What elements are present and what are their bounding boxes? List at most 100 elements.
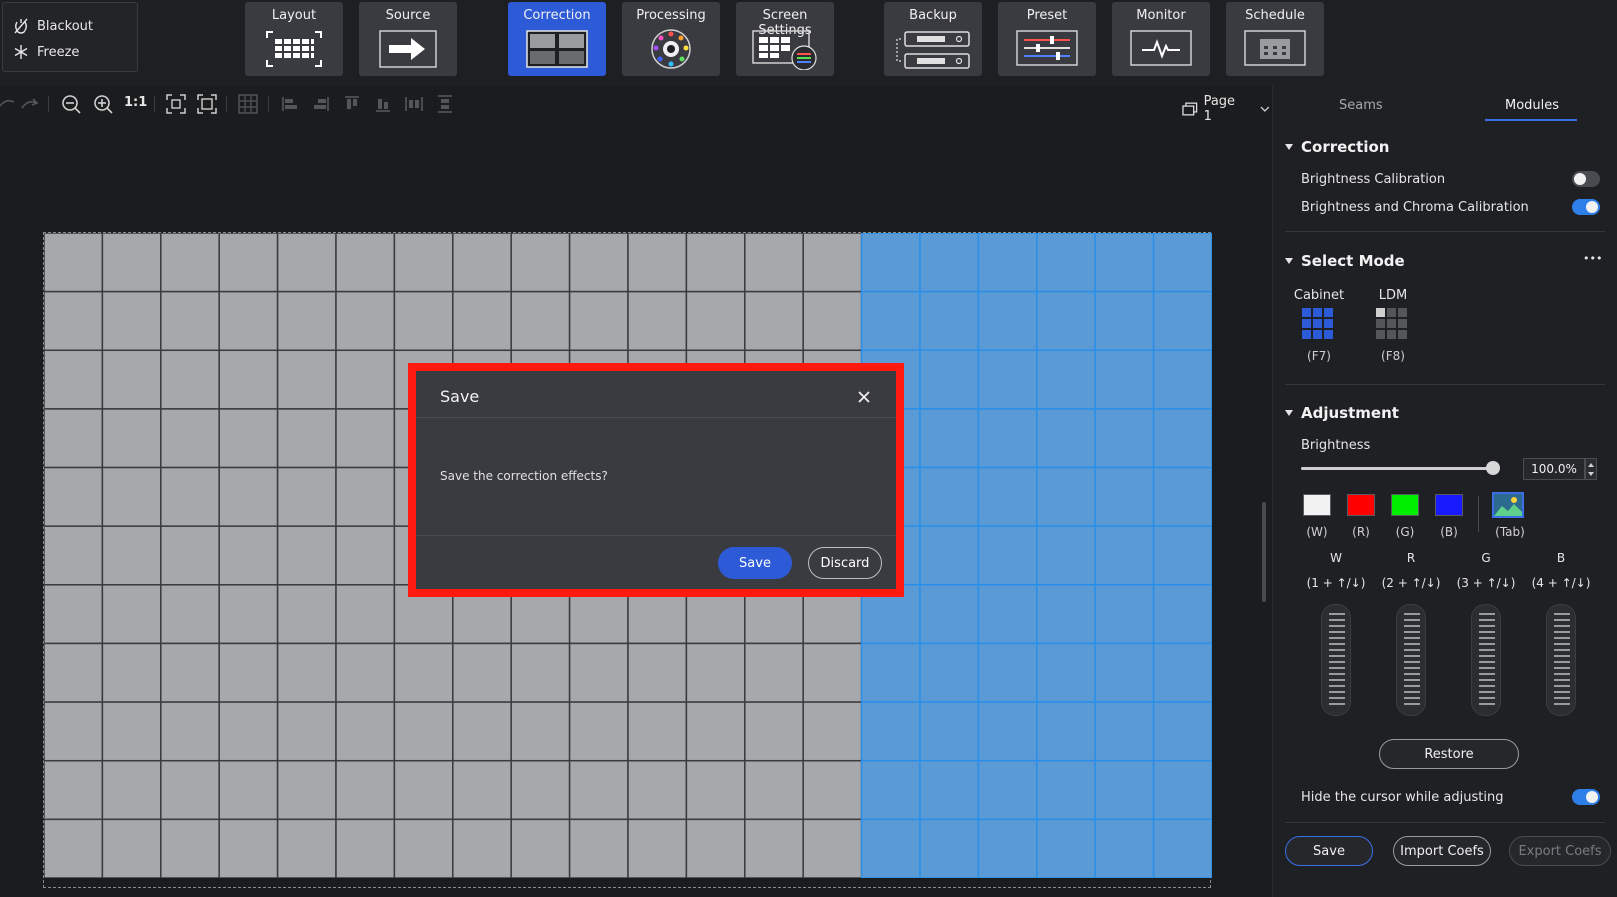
cabinet-cell[interactable] bbox=[44, 818, 104, 878]
brightness-slider-handle[interactable] bbox=[1486, 461, 1500, 475]
cabinet-cell[interactable] bbox=[218, 408, 279, 469]
cabinet-cell[interactable] bbox=[627, 701, 688, 762]
selected-cabinet-cell[interactable] bbox=[977, 233, 1038, 293]
zoom-out-icon[interactable] bbox=[61, 94, 81, 114]
cabinet-cell[interactable] bbox=[218, 290, 279, 352]
freeze-button[interactable]: Freeze bbox=[13, 44, 79, 60]
cabinet-cell[interactable] bbox=[101, 584, 162, 645]
selected-cabinet-cell[interactable] bbox=[1152, 290, 1212, 352]
fit-selection-icon[interactable] bbox=[166, 94, 186, 114]
selected-cabinet-cell[interactable] bbox=[1094, 349, 1155, 410]
selected-cabinet-cell[interactable] bbox=[860, 701, 921, 762]
selected-cabinet-cell[interactable] bbox=[919, 642, 980, 703]
brightness-slider-track[interactable] bbox=[1301, 467, 1493, 470]
channel-w-wheel[interactable] bbox=[1321, 604, 1351, 716]
selected-cabinet-cell[interactable] bbox=[1152, 466, 1212, 527]
selected-cabinet-cell[interactable] bbox=[1036, 290, 1096, 352]
selected-cabinet-cell[interactable] bbox=[860, 290, 921, 352]
nav-schedule[interactable]: Schedule bbox=[1226, 2, 1324, 76]
nav-processing[interactable]: Processing bbox=[622, 2, 720, 76]
cabinet-cell[interactable] bbox=[101, 466, 162, 527]
dialog-save-button[interactable]: Save bbox=[718, 547, 792, 579]
selected-cabinet-cell[interactable] bbox=[1094, 818, 1155, 878]
selected-cabinet-cell[interactable] bbox=[1152, 642, 1212, 703]
hide-cursor-toggle[interactable] bbox=[1572, 789, 1600, 805]
dialog-discard-button[interactable]: Discard bbox=[808, 547, 882, 579]
blackout-button[interactable]: Blackout bbox=[13, 17, 93, 35]
distribute-horizontal-icon[interactable] bbox=[404, 94, 424, 114]
cabinet-mode-icon[interactable] bbox=[1302, 308, 1334, 340]
cabinet-cell[interactable] bbox=[568, 701, 629, 762]
stepper-down-icon[interactable] bbox=[1588, 472, 1594, 476]
selected-cabinet-cell[interactable] bbox=[919, 466, 980, 527]
selected-cabinet-cell[interactable] bbox=[919, 701, 980, 762]
cabinet-cell[interactable] bbox=[44, 466, 104, 527]
cabinet-cell[interactable] bbox=[685, 290, 746, 352]
cabinet-cell[interactable] bbox=[218, 642, 279, 703]
undo-icon[interactable] bbox=[0, 94, 20, 114]
cabinet-cell[interactable] bbox=[744, 701, 804, 762]
cabinet-cell[interactable] bbox=[160, 642, 220, 703]
distribute-vertical-icon[interactable] bbox=[435, 94, 455, 114]
ldm-mode-icon[interactable] bbox=[1376, 308, 1408, 340]
cabinet-cell[interactable] bbox=[44, 701, 104, 762]
channel-b-wheel[interactable] bbox=[1546, 604, 1576, 716]
cabinet-cell[interactable] bbox=[627, 818, 688, 878]
nav-source[interactable]: Source bbox=[359, 2, 457, 76]
selected-cabinet-cell[interactable] bbox=[1152, 701, 1212, 762]
selected-cabinet-cell[interactable] bbox=[860, 233, 921, 293]
cabinet-cell[interactable] bbox=[627, 233, 688, 293]
cabinet-cell[interactable] bbox=[510, 701, 571, 762]
cabinet-cell[interactable] bbox=[44, 290, 104, 352]
nav-preset[interactable]: Preset bbox=[998, 2, 1096, 76]
cabinet-cell[interactable] bbox=[44, 642, 104, 703]
cabinet-cell[interactable] bbox=[218, 701, 279, 762]
zoom-in-icon[interactable] bbox=[93, 94, 113, 114]
align-top-icon[interactable] bbox=[342, 94, 362, 114]
selected-cabinet-cell[interactable] bbox=[1152, 408, 1212, 469]
cabinet-cell[interactable] bbox=[160, 701, 220, 762]
selected-cabinet-cell[interactable] bbox=[860, 818, 921, 878]
cabinet-cell[interactable] bbox=[393, 233, 454, 293]
cabinet-cell[interactable] bbox=[335, 408, 396, 469]
selected-cabinet-cell[interactable] bbox=[977, 466, 1038, 527]
align-right-icon[interactable] bbox=[311, 94, 331, 114]
correction-section-header[interactable]: Correction bbox=[1285, 138, 1389, 156]
cabinet-cell[interactable] bbox=[393, 642, 454, 703]
cabinet-cell[interactable] bbox=[276, 290, 337, 352]
selected-cabinet-cell[interactable] bbox=[1094, 584, 1155, 645]
cabinet-cell[interactable] bbox=[393, 701, 454, 762]
cabinet-cell[interactable] bbox=[335, 349, 396, 410]
cabinet-cell[interactable] bbox=[510, 818, 571, 878]
cabinet-cell[interactable] bbox=[452, 290, 512, 352]
cabinet-cell[interactable] bbox=[276, 349, 337, 410]
cabinet-cell[interactable] bbox=[335, 701, 396, 762]
selected-cabinet-cell[interactable] bbox=[919, 233, 980, 293]
selected-cabinet-cell[interactable] bbox=[977, 290, 1038, 352]
cabinet-cell[interactable] bbox=[393, 818, 454, 878]
cabinet-cell[interactable] bbox=[452, 701, 512, 762]
selected-cabinet-cell[interactable] bbox=[1152, 818, 1212, 878]
cabinet-cell[interactable] bbox=[335, 290, 396, 352]
zoom-1to1-button[interactable]: 1:1 bbox=[124, 95, 148, 115]
cabinet-cell[interactable] bbox=[276, 584, 337, 645]
cabinet-cell[interactable] bbox=[335, 233, 396, 293]
cabinet-cell[interactable] bbox=[44, 408, 104, 469]
cabinet-cell[interactable] bbox=[744, 642, 804, 703]
brightness-stepper[interactable] bbox=[1585, 458, 1597, 480]
cabinet-cell[interactable] bbox=[685, 818, 746, 878]
cabinet-cell[interactable] bbox=[744, 233, 804, 293]
cabinet-cell[interactable] bbox=[568, 290, 629, 352]
selected-cabinet-cell[interactable] bbox=[919, 759, 980, 821]
stepper-up-icon[interactable] bbox=[1588, 463, 1594, 467]
cabinet-cell[interactable] bbox=[160, 233, 220, 293]
cabinet-cell[interactable] bbox=[685, 759, 746, 821]
selected-cabinet-cell[interactable] bbox=[1036, 759, 1096, 821]
cabinet-cell[interactable] bbox=[218, 233, 279, 293]
cabinet-cell[interactable] bbox=[568, 233, 629, 293]
cabinet-cell[interactable] bbox=[218, 818, 279, 878]
selected-cabinet-cell[interactable] bbox=[860, 642, 921, 703]
selected-cabinet-cell[interactable] bbox=[977, 818, 1038, 878]
selected-cabinet-cell[interactable] bbox=[1036, 349, 1096, 410]
cabinet-cell[interactable] bbox=[101, 290, 162, 352]
